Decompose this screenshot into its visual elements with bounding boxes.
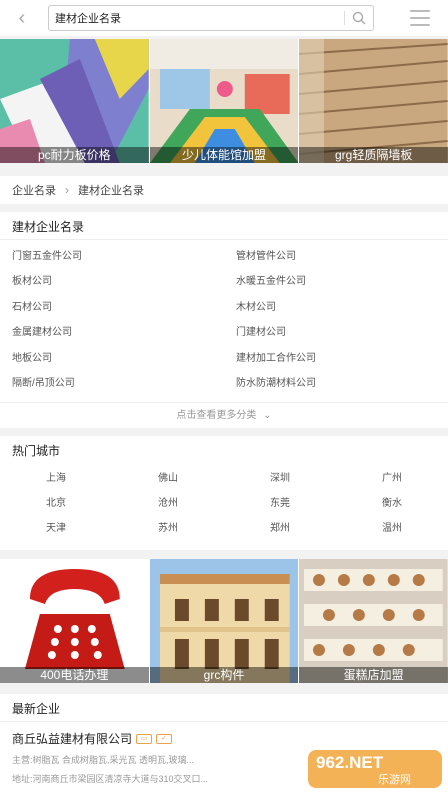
city-item[interactable]: 天津 — [0, 516, 112, 541]
banner-item[interactable]: 400电话办理 — [0, 559, 149, 683]
banner-caption: pc耐力板价格 — [0, 147, 149, 163]
city-item[interactable]: 上海 — [0, 466, 112, 491]
watermark-sub: 乐游网 — [378, 773, 411, 786]
breadcrumb: 企业名录 › 建材企业名录 — [0, 176, 448, 204]
top-bar: ‹ — [0, 0, 448, 36]
category-item[interactable]: 板材公司 — [0, 269, 224, 294]
city-item[interactable]: 温州 — [336, 516, 448, 541]
city-title: 热门城市 — [12, 444, 61, 458]
city-section: 热门城市 上海 佛山 深圳 广州 北京 沧州 东莞 衡水 天津 苏州 郑州 温州 — [0, 436, 448, 550]
more-categories-label: 点击查看更多分类 — [176, 410, 257, 421]
category-title: 建材企业名录 — [0, 212, 448, 240]
category-item[interactable]: 管材管件公司 — [224, 244, 448, 269]
back-arrow-icon[interactable]: ‹ — [12, 8, 32, 28]
category-item[interactable]: 木材公司 — [224, 295, 448, 320]
chevron-down-icon: ⌄ — [263, 410, 272, 421]
banner-item[interactable]: 少儿体能馆加盟 — [149, 39, 299, 163]
banner-caption: 少儿体能馆加盟 — [149, 147, 299, 163]
bottom-banner: 400电话办理 grc构件 蛋糕店加盟 — [0, 559, 448, 683]
id-card-icon: ▭ — [136, 733, 153, 744]
watermark-logo: 962.NET 乐游网 — [308, 748, 442, 790]
watermark-brand: 962.NET — [316, 753, 384, 772]
banner-caption: 蛋糕店加盟 — [299, 667, 448, 683]
villa-building-image — [149, 559, 299, 683]
category-item[interactable]: 隔断/吊顶公司 — [0, 371, 224, 396]
banner-item[interactable]: pc耐力板价格 — [0, 39, 149, 163]
chevron-right-icon: › — [65, 183, 69, 197]
newest-title: 最新企业 — [0, 694, 448, 722]
city-list: 上海 佛山 深圳 广州 北京 沧州 东莞 衡水 天津 苏州 郑州 温州 — [0, 464, 448, 541]
top-banner: pc耐力板价格 少儿体能馆加盟 grg轻质隔墙板 — [0, 39, 448, 163]
banner-caption: grg轻质隔墙板 — [299, 147, 448, 163]
category-item[interactable]: 地板公司 — [0, 346, 224, 371]
company-name[interactable]: 商丘弘益建材有限公司 — [12, 730, 132, 747]
city-item[interactable]: 广州 — [336, 466, 448, 491]
category-item[interactable]: 门窗五金件公司 — [0, 244, 224, 269]
banner-caption: grc构件 — [149, 667, 299, 683]
city-item[interactable]: 北京 — [0, 491, 112, 516]
category-item[interactable]: 水暖五金件公司 — [224, 269, 448, 294]
menu-icon[interactable] — [410, 10, 430, 26]
category-list: 门窗五金件公司 管材管件公司 板材公司 水暖五金件公司 石材公司 木材公司 金属… — [0, 240, 448, 396]
kids-gym-image — [149, 39, 299, 163]
cake-display-image — [299, 559, 448, 683]
banner-item[interactable]: grg轻质隔墙板 — [299, 39, 448, 163]
banner-item[interactable]: grc构件 — [149, 559, 299, 683]
city-item[interactable]: 沧州 — [112, 491, 224, 516]
colored-boards-image — [0, 39, 149, 163]
city-item[interactable]: 东莞 — [224, 491, 336, 516]
category-item[interactable]: 石材公司 — [0, 295, 224, 320]
verified-icon: ✓ — [156, 733, 173, 744]
city-item[interactable]: 衡水 — [336, 491, 448, 516]
category-item[interactable]: 金属建材公司 — [0, 320, 224, 345]
search-input[interactable] — [49, 6, 344, 30]
category-section: 建材企业名录 门窗五金件公司 管材管件公司 板材公司 水暖五金件公司 石材公司 … — [0, 212, 448, 428]
category-item[interactable]: 门建材公司 — [224, 320, 448, 345]
banner-caption: 400电话办理 — [0, 667, 149, 683]
red-telephone-image — [0, 559, 149, 683]
search-icon[interactable] — [345, 6, 373, 30]
banner-item[interactable]: 蛋糕店加盟 — [299, 559, 448, 683]
search-box[interactable] — [48, 5, 374, 31]
city-item[interactable]: 郑州 — [224, 516, 336, 541]
wood-boards-image — [299, 39, 448, 163]
city-item[interactable]: 深圳 — [224, 466, 336, 491]
breadcrumb-home[interactable]: 企业名录 — [12, 182, 56, 198]
category-item[interactable]: 建材加工合作公司 — [224, 346, 448, 371]
category-item[interactable]: 防水防潮材料公司 — [224, 371, 448, 396]
city-item[interactable]: 佛山 — [112, 466, 224, 491]
city-item[interactable]: 苏州 — [112, 516, 224, 541]
more-categories-button[interactable]: 点击查看更多分类 ⌄ — [0, 402, 448, 428]
breadcrumb-current: 建材企业名录 — [78, 185, 144, 197]
